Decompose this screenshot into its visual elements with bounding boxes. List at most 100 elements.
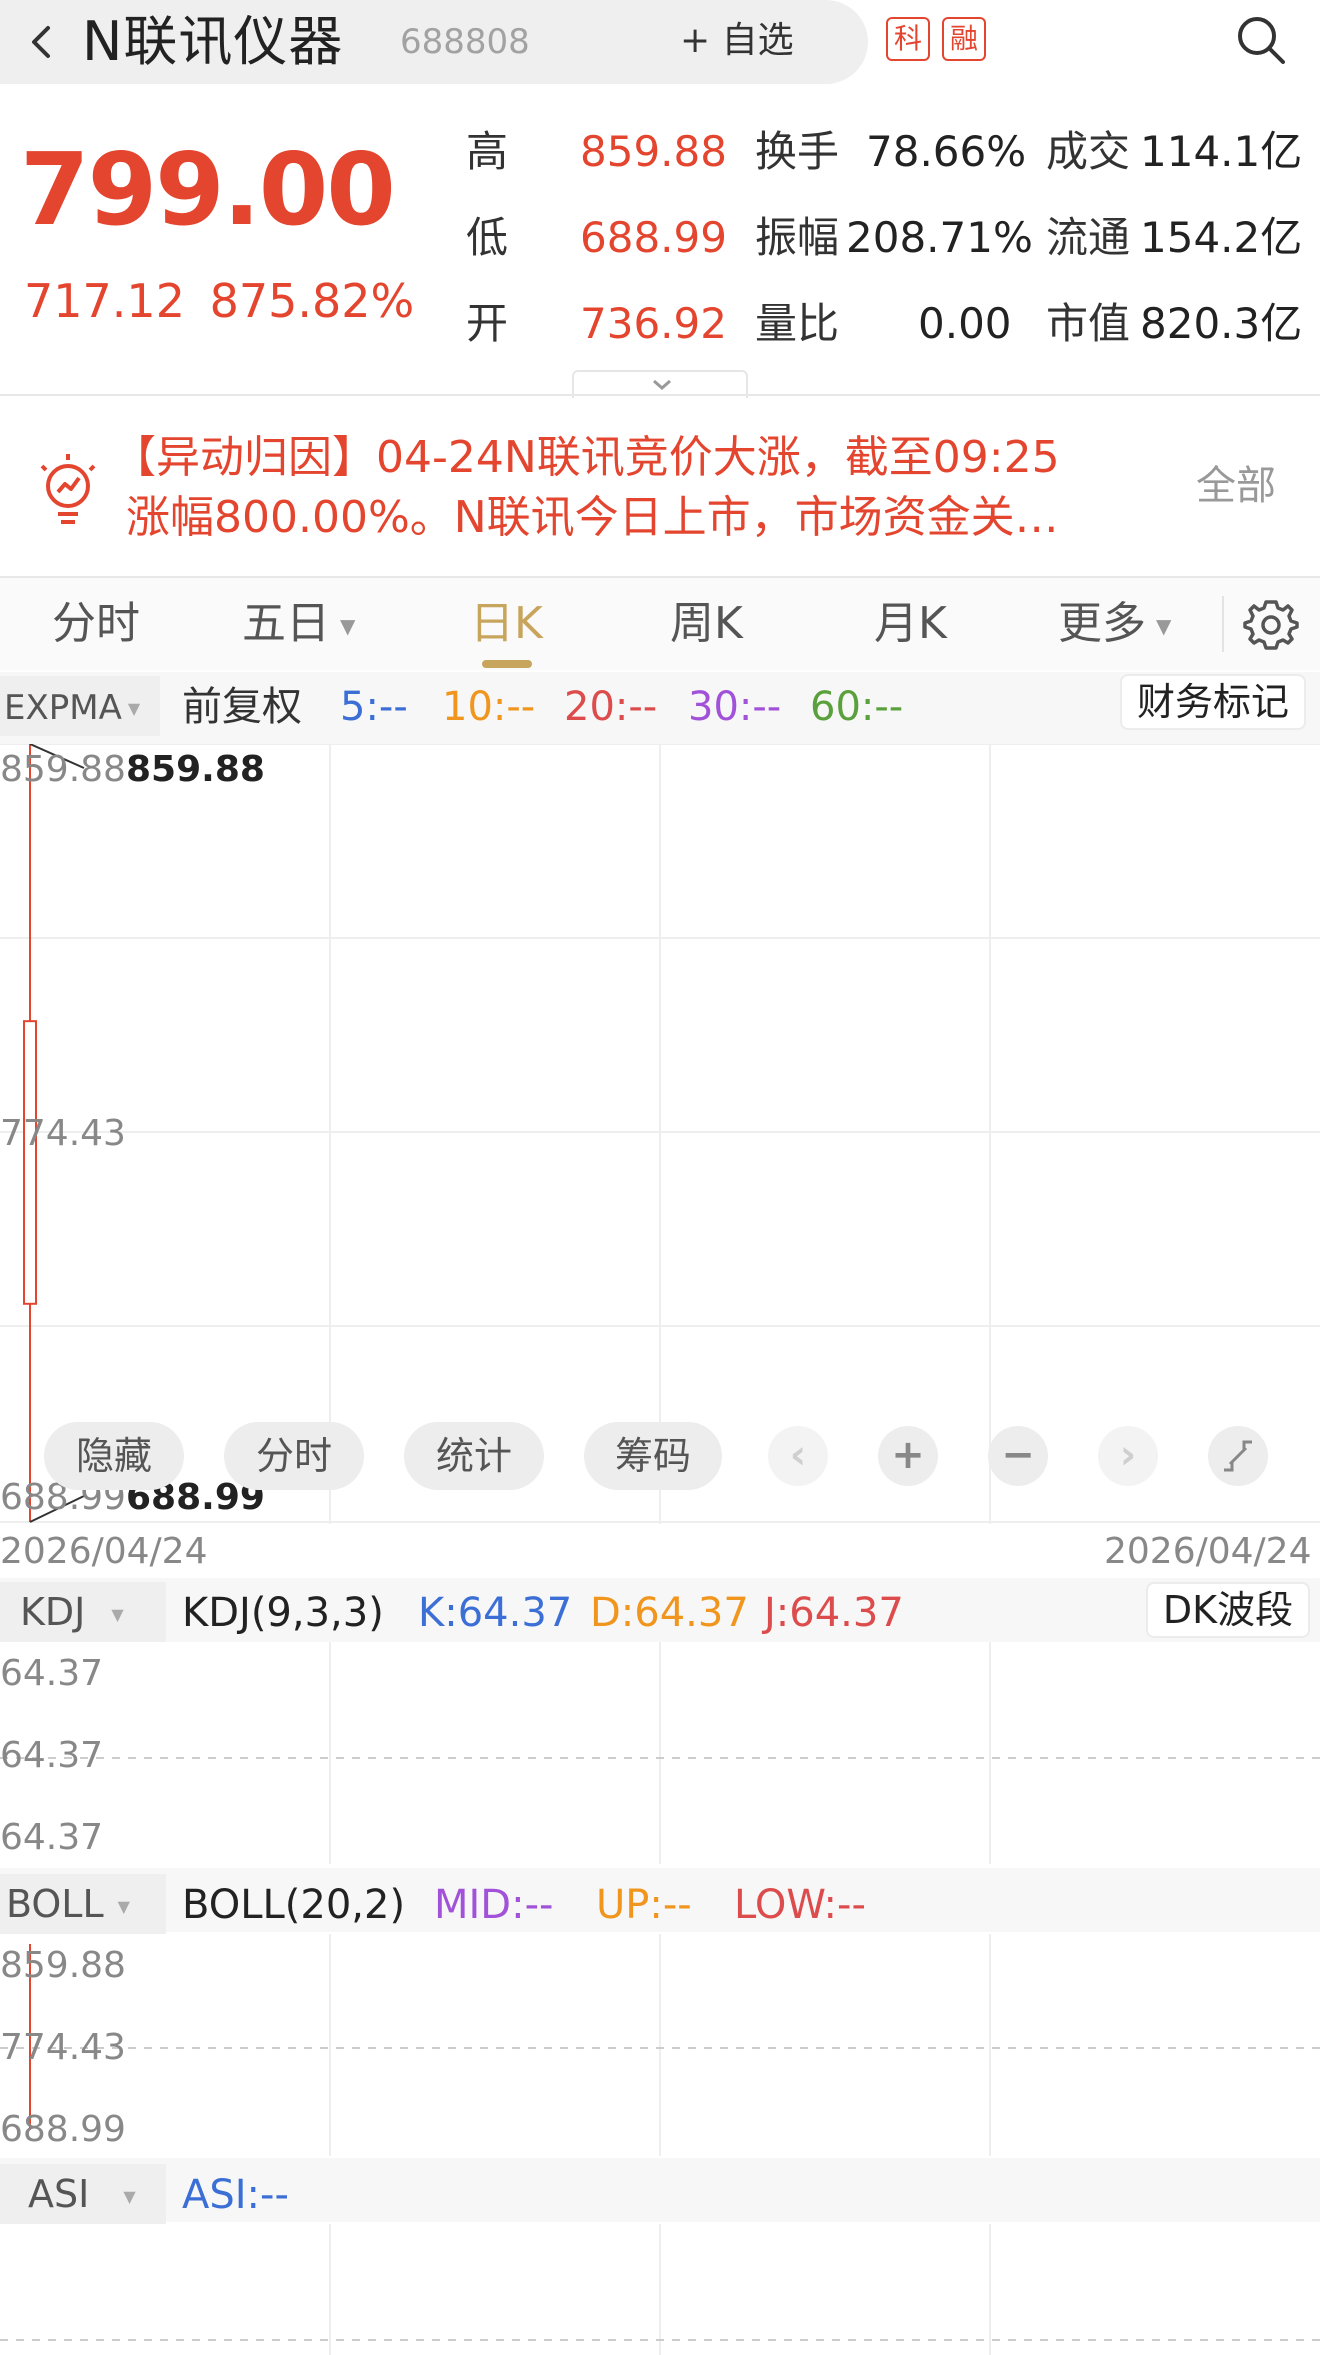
boll-up-value: UP:-- — [596, 1882, 692, 1928]
news-line-2: 涨幅800.00%。N联讯今日上市，市场资金关… — [126, 492, 1059, 543]
current-price: 799.00 — [20, 131, 396, 248]
news-line-1: 【异动归因】04-24N联讯竞价大涨，截至09:25 — [112, 432, 1060, 483]
asi-value: ASI:-- — [182, 2172, 289, 2218]
stock-code: 688808 — [400, 22, 530, 62]
low-label: 低 — [466, 213, 509, 262]
y-axis-mid: 774.43 — [0, 1113, 126, 1154]
chevron-left-icon[interactable] — [22, 14, 62, 70]
volume-ratio-label: 量比 — [755, 299, 840, 348]
tab-more[interactable]: 更多 ▼ — [1058, 594, 1171, 656]
asi-chart — [0, 2224, 1320, 2355]
news-summary[interactable]: 【异动归因】04-24N联讯竞价大涨，截至09:25 涨幅800.00%。N联讯… — [112, 428, 1172, 548]
low-value: 688.99 — [580, 213, 727, 262]
kline-chart[interactable] — [0, 744, 1320, 1524]
boll-y-top: 859.88 — [0, 1945, 126, 1986]
asi-indicator-label: ASI — [28, 2172, 90, 2216]
ma60-label: 60:-- — [810, 684, 904, 730]
date-start: 2026/04/24 — [0, 1531, 208, 1572]
change-percent: 875.82% — [209, 274, 415, 328]
amplitude-value: 208.71% — [846, 213, 1033, 262]
volume-ratio-value: 0.00 — [918, 299, 1012, 348]
turnover-value: 78.66% — [866, 127, 1027, 176]
asi-indicator-selector[interactable]: ASI ▼ — [0, 2164, 166, 2224]
divider — [1222, 596, 1224, 652]
main-indicator-label: EXPMA — [4, 688, 122, 728]
statistics-button[interactable]: 统计 — [404, 1422, 544, 1490]
kdj-params: KDJ(9,3,3) — [182, 1590, 384, 1636]
volume-amount-value: 114.1亿 — [1140, 127, 1303, 176]
kdj-chart — [0, 1642, 1320, 1864]
kdj-indicator-selector[interactable]: KDJ ▼ — [0, 1582, 166, 1642]
tab-intraday[interactable]: 分时 — [52, 594, 140, 654]
ma20-label: 20:-- — [564, 684, 658, 730]
margin-badge: 融 — [942, 17, 986, 61]
caret-down-icon: ▼ — [123, 2186, 136, 2206]
gear-icon[interactable] — [1243, 596, 1299, 652]
market-cap-label: 市值 — [1046, 299, 1131, 348]
hide-button[interactable]: 隐藏 — [44, 1422, 184, 1490]
chevron-right-icon[interactable]: › — [1098, 1426, 1158, 1486]
boll-y-mid: 774.43 — [0, 2027, 126, 2068]
active-tab-indicator — [482, 660, 532, 668]
ma10-label: 10:-- — [442, 684, 536, 730]
lightbulb-icon — [36, 452, 100, 532]
kdj-y-top: 64.37 — [0, 1653, 104, 1694]
boll-low-value: LOW:-- — [734, 1882, 866, 1928]
price-change: 717.12 875.82% — [24, 272, 414, 330]
zoom-out-icon[interactable]: − — [988, 1426, 1048, 1486]
dk-wave-button[interactable]: DK波段 — [1146, 1582, 1310, 1638]
kdj-y-mid: 64.37 — [0, 1735, 104, 1776]
candle-body — [23, 1020, 37, 1305]
kdj-d-value: D:64.37 — [590, 1590, 749, 1636]
open-value: 736.92 — [580, 299, 727, 348]
float-cap-label: 流通 — [1046, 213, 1131, 262]
turnover-label: 换手 — [755, 127, 840, 176]
change-amount: 717.12 — [24, 274, 185, 328]
tab-more-label: 更多 — [1058, 598, 1146, 649]
kdj-y-bottom: 64.37 — [0, 1817, 104, 1858]
caret-down-icon: ▼ — [111, 1604, 124, 1624]
boll-params: BOLL(20,2) — [182, 1882, 406, 1928]
volume-amount-label: 成交 — [1046, 127, 1131, 176]
divider — [0, 394, 1320, 396]
boll-chart — [0, 1934, 1320, 2156]
ma5-label: 5:-- — [340, 684, 408, 730]
kdj-j-value: J:64.37 — [764, 1590, 904, 1636]
caret-down-icon: ▼ — [117, 1896, 130, 1916]
open-label: 开 — [466, 299, 509, 348]
star-market-badge: 科 — [886, 17, 930, 61]
add-favorite-button[interactable]: + 自选 — [680, 14, 794, 68]
tab-weekly-k[interactable]: 周K — [670, 594, 743, 654]
tab-five-day[interactable]: 五日 ▼ — [242, 594, 355, 656]
kdj-indicator-label: KDJ — [20, 1590, 86, 1634]
zoom-in-icon[interactable]: + — [878, 1426, 938, 1486]
news-all-link[interactable]: 全部 — [1196, 458, 1276, 514]
date-end: 2026/04/24 — [1104, 1531, 1312, 1572]
float-cap-value: 154.2亿 — [1140, 213, 1303, 262]
chevron-left-icon[interactable]: ‹ — [768, 1426, 828, 1486]
caret-down-icon: ▼ — [340, 614, 356, 638]
finance-mark-button[interactable]: 财务标记 — [1120, 674, 1306, 730]
kdj-k-value: K:64.37 — [418, 1590, 573, 1636]
boll-indicator-selector[interactable]: BOLL ▼ — [0, 1874, 166, 1934]
chips-button[interactable]: 筹码 — [584, 1422, 722, 1490]
main-indicator-selector[interactable]: EXPMA ▼ — [0, 676, 160, 736]
tab-daily-k[interactable]: 日K — [470, 594, 543, 654]
intraday-button[interactable]: 分时 — [224, 1422, 364, 1490]
amplitude-label: 振幅 — [755, 213, 840, 262]
adjust-mode-label[interactable]: 前复权 — [182, 680, 302, 734]
high-marker-label: 859.88 — [126, 749, 265, 790]
chevron-down-icon — [653, 379, 671, 390]
tab-five-day-label: 五日 — [242, 598, 330, 649]
chart-grid — [0, 744, 1320, 1524]
y-axis-high: 859.88 — [0, 749, 126, 790]
stock-title: N联讯仪器 — [82, 10, 344, 73]
fullscreen-icon[interactable] — [1208, 1426, 1268, 1486]
boll-indicator-label: BOLL — [6, 1882, 104, 1926]
market-cap-value: 820.3亿 — [1140, 299, 1303, 348]
boll-mid-value: MID:-- — [434, 1882, 554, 1928]
high-value: 859.88 — [580, 127, 727, 176]
caret-down-icon: ▼ — [1156, 614, 1172, 638]
search-icon[interactable] — [1233, 12, 1289, 68]
tab-monthly-k[interactable]: 月K — [874, 594, 947, 654]
